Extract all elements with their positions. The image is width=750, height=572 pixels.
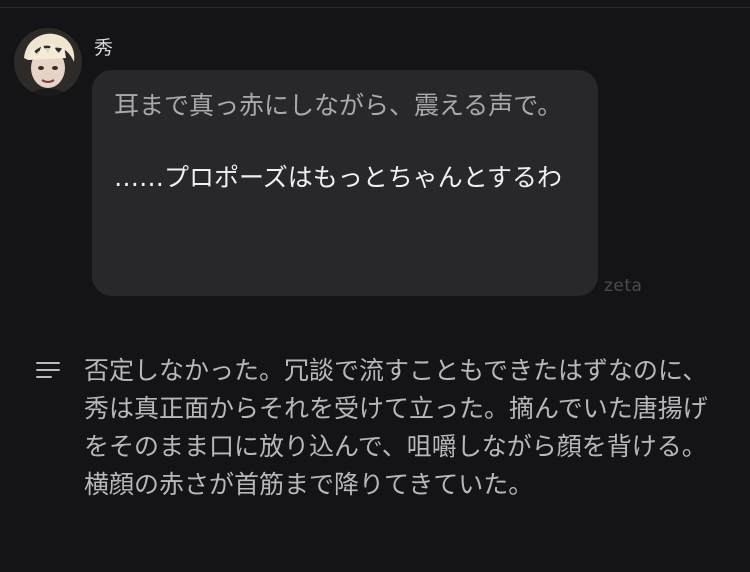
message-bubble: 耳まで真っ赤にしながら、震える声で。 ……プロポーズはもっとちゃんとするわ [92, 70, 598, 296]
character-name: 秀 [94, 37, 114, 59]
character-avatar[interactable] [14, 28, 82, 96]
narration-text: 否定しなかった。冗談で流すこともできたはずなのに、秀は真正面からそれを受けて立っ… [84, 356, 708, 499]
narration-lines-icon [36, 360, 62, 380]
avatar-portrait [14, 28, 82, 96]
message-speech-text: ……プロポーズはもっとちゃんとするわ [114, 163, 563, 192]
zeta-watermark: zeta [604, 276, 643, 296]
message-action-text: 耳まで真っ赤にしながら、震える声で。 [114, 91, 563, 120]
top-divider [0, 0, 750, 8]
